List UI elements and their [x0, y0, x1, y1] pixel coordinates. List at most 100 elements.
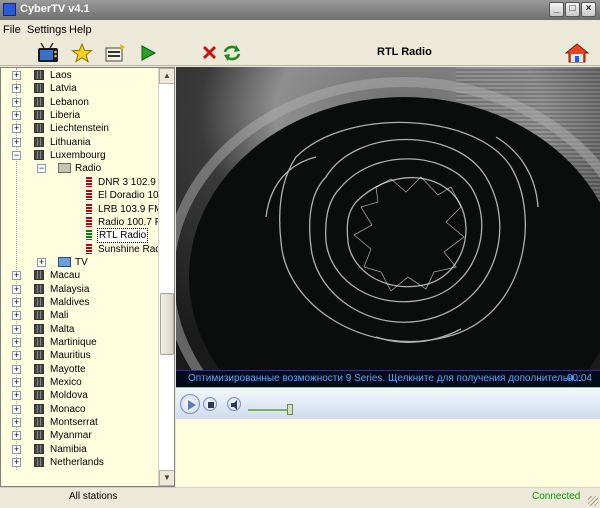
tree-country-item[interactable]: + Martinique [1, 336, 157, 349]
flag-icon [34, 70, 44, 80]
expand-icon[interactable]: + [12, 351, 21, 361]
tree-item-label: Latvia [50, 83, 77, 95]
resize-grip[interactable] [588, 496, 598, 506]
expand-icon[interactable]: + [12, 97, 21, 107]
expand-icon[interactable]: + [12, 324, 21, 334]
expand-icon[interactable]: + [12, 391, 21, 401]
tree-country-item[interactable]: + Mexico [1, 376, 157, 389]
tree-country-item[interactable]: − Luxembourg [1, 149, 157, 162]
tree-folder-label: Radio [75, 163, 102, 175]
collapse-icon[interactable]: − [12, 151, 21, 161]
expand-icon[interactable]: + [12, 364, 21, 374]
app-window: CyberTV v4.1 _ □ × File Settings Help RT… [0, 0, 600, 508]
tree-item-label: Martinique [50, 337, 97, 348]
tree-country-item[interactable]: + Netherlands [1, 456, 157, 469]
expand-icon[interactable]: + [12, 431, 21, 441]
tree-station-item[interactable]: Sunshine Radio [1, 243, 169, 256]
delete-icon[interactable] [199, 43, 221, 63]
play-icon[interactable] [137, 43, 159, 63]
edit-list-icon[interactable] [104, 43, 126, 63]
star-icon[interactable] [71, 42, 93, 63]
tree-country-item[interactable]: + Mayotte [1, 363, 157, 376]
close-button[interactable]: × [581, 2, 596, 17]
menu-file[interactable]: File [3, 24, 21, 36]
flag-icon [34, 270, 44, 281]
flag-icon [34, 363, 44, 374]
tree-country-item[interactable]: + Malaysia [1, 283, 157, 296]
stop-button[interactable] [203, 397, 217, 411]
maximize-button[interactable]: □ [565, 2, 580, 17]
tree-country-item[interactable]: + Namibia [1, 443, 157, 456]
expand-icon[interactable]: + [37, 257, 46, 267]
volume-thumb[interactable] [286, 404, 293, 415]
tree-country-item[interactable]: + Liechtenstein [1, 122, 157, 135]
stop-icon [208, 402, 214, 408]
tree-item-label: Lebanon [50, 96, 89, 108]
tree-folder-radio[interactable]: − Radio [1, 162, 157, 175]
scroll-thumb[interactable] [160, 293, 174, 355]
tree-folder-tv[interactable]: + TV [1, 256, 157, 269]
visualization-display[interactable] [176, 67, 600, 370]
collapse-icon[interactable]: − [37, 164, 46, 174]
tree-country-item[interactable]: + Lebanon [1, 96, 157, 109]
minimize-button[interactable]: _ [549, 2, 564, 17]
tree-item-label: Maldives [50, 296, 90, 308]
tree-item-label: Luxembourg [50, 150, 106, 162]
tree-country-item[interactable]: + Monaco [1, 403, 157, 416]
expand-icon[interactable]: + [12, 418, 21, 428]
expand-icon[interactable]: + [12, 311, 21, 321]
expand-icon[interactable]: + [12, 137, 21, 147]
connection-status: Connected [532, 491, 581, 502]
tree-scrollbar[interactable]: ▲ ▼ [158, 68, 174, 486]
flag-icon [34, 430, 44, 441]
tv-icon[interactable] [37, 42, 59, 63]
tree-country-item[interactable]: + Maldives [1, 296, 157, 309]
scroll-down-button[interactable]: ▼ [159, 470, 174, 486]
title-bar[interactable]: CyberTV v4.1 _ □ × [0, 0, 600, 20]
playback-time: 00:04 [566, 373, 592, 384]
expand-icon[interactable]: + [12, 458, 21, 468]
menu-settings[interactable]: Settings [27, 24, 67, 36]
tree-country-item[interactable]: + Liberia [1, 109, 157, 122]
app-icon [3, 3, 16, 16]
expand-icon[interactable]: + [12, 71, 21, 80]
expand-icon[interactable]: + [12, 378, 21, 388]
tree-country-item[interactable]: + Lithuania [1, 136, 157, 149]
expand-icon[interactable]: + [12, 338, 21, 347]
expand-icon[interactable]: + [12, 284, 21, 294]
tree-country-item[interactable]: + Malta [1, 323, 157, 336]
tree-station-item[interactable]: RTL Radio [1, 228, 157, 244]
menu-help[interactable]: Help [69, 24, 92, 36]
tree-item-label: Liechtenstein [50, 123, 109, 135]
tree-station-item[interactable]: El Doradio 105.2 [1, 189, 173, 202]
expand-icon[interactable]: + [12, 271, 21, 281]
play-button[interactable] [180, 394, 200, 414]
tree-station-item[interactable]: LRB 103.9 FM [1, 203, 162, 216]
expand-icon[interactable]: + [12, 84, 21, 94]
expand-icon[interactable]: + [12, 297, 21, 307]
tree-station-item[interactable]: Radio 100.7 FM [1, 216, 169, 229]
tree-station-item[interactable]: DNR 3 102.9 FM [1, 176, 173, 189]
refresh-icon[interactable] [221, 43, 243, 63]
tree-country-item[interactable]: + Macau [1, 269, 157, 282]
scroll-up-button[interactable]: ▲ [159, 68, 174, 84]
flag-icon [34, 83, 44, 94]
radio-station-icon [86, 176, 92, 187]
home-icon[interactable] [564, 43, 590, 63]
expand-icon[interactable]: + [12, 404, 21, 414]
tree-station-label: RTL Radio [96, 228, 149, 244]
tree-country-item[interactable]: + Montserrat [1, 416, 157, 429]
tree-country-item[interactable]: + Mali [1, 309, 157, 322]
tree-country-item[interactable]: + Myanmar [1, 429, 157, 442]
mute-button[interactable] [227, 397, 241, 411]
info-marquee[interactable]: Оптимизированные возможности 9 Series. Щ… [176, 370, 600, 387]
tree-country-item[interactable]: + Moldova [1, 389, 157, 402]
station-tree[interactable]: + Laos + Latvia + Lebanon + Liberia + Liechtenste… [0, 67, 175, 487]
expand-icon[interactable]: + [12, 444, 21, 454]
expand-icon[interactable]: + [12, 124, 21, 134]
tree-country-item[interactable]: + Laos [1, 69, 157, 82]
volume-slider[interactable] [248, 409, 292, 411]
tree-country-item[interactable]: + Mauritius [1, 349, 157, 362]
tree-country-item[interactable]: + Latvia [1, 82, 157, 95]
expand-icon[interactable]: + [12, 111, 21, 121]
